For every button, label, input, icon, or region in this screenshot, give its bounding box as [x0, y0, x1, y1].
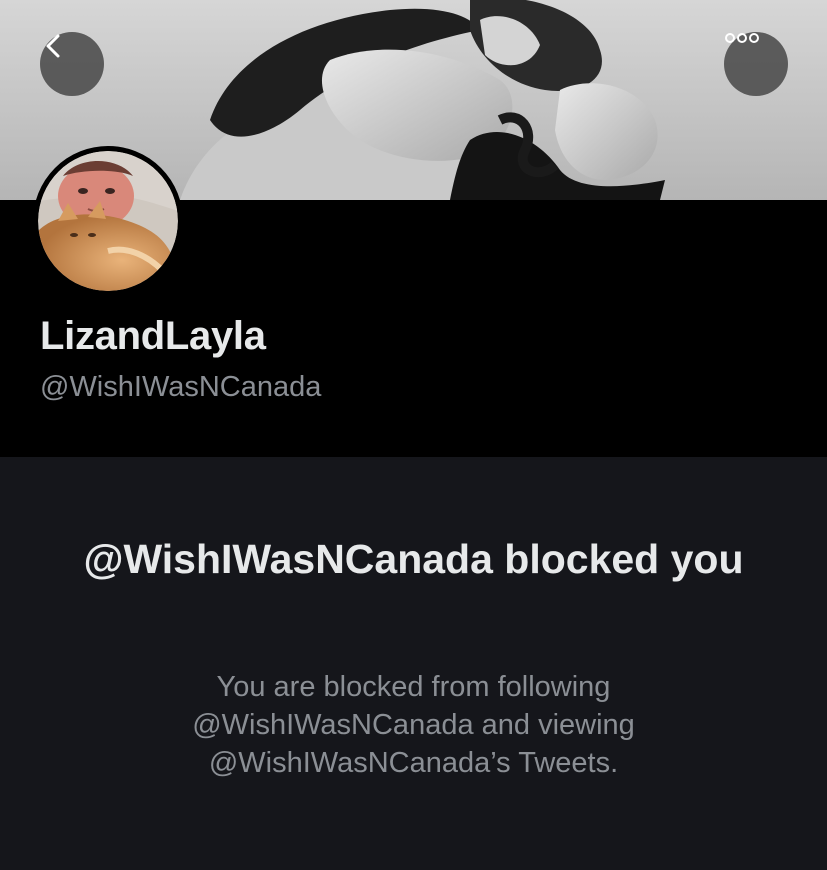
more-options-button[interactable] — [724, 32, 788, 96]
profile-screen: LizandLayla @WishIWasNCanada @WishIWasNC… — [0, 0, 827, 870]
avatar-photo — [38, 151, 178, 291]
back-button[interactable] — [40, 32, 104, 96]
avatar[interactable] — [33, 146, 183, 296]
user-handle: @WishIWasNCanada — [40, 371, 322, 403]
display-name: LizandLayla — [40, 314, 266, 358]
blocked-notice: @WishIWasNCanada blocked you You are blo… — [0, 457, 827, 870]
blocked-title: @WishIWasNCanada blocked you — [83, 536, 744, 582]
blocked-message: You are blocked from following @WishIWas… — [192, 671, 635, 779]
